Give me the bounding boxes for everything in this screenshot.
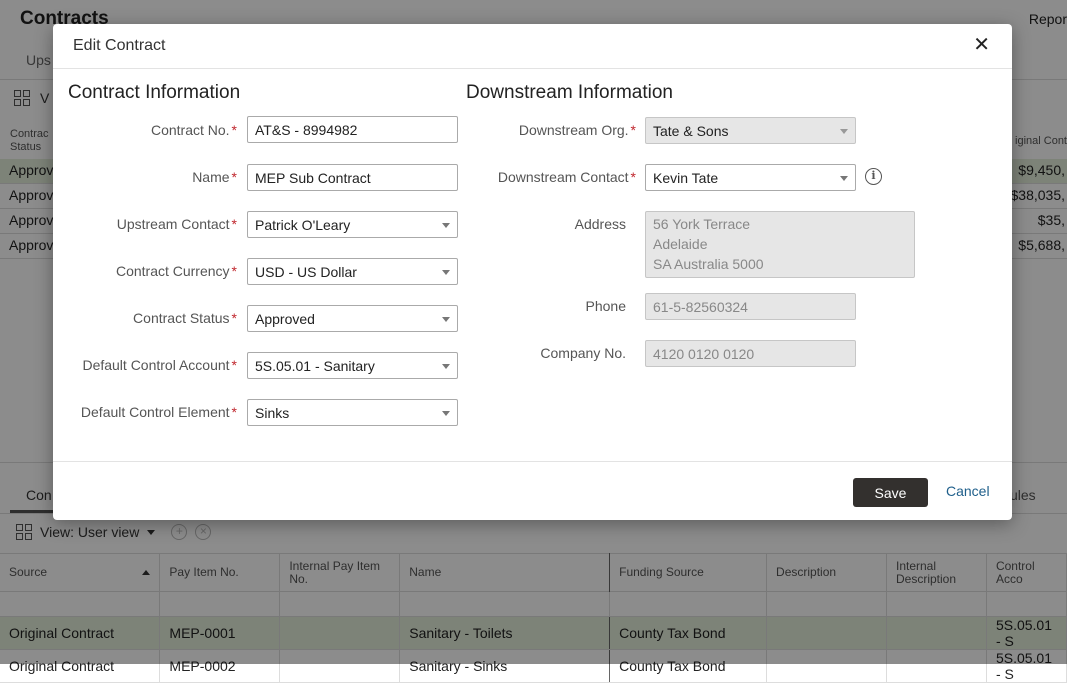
required-marker: * — [630, 169, 636, 185]
select-value: Sinks — [255, 405, 290, 421]
company-no-label: Company No. — [540, 345, 626, 361]
address-label: Address — [574, 216, 626, 232]
chevron-down-icon — [442, 223, 450, 228]
chevron-down-icon — [442, 270, 450, 275]
contract-information-title: Contract Information — [68, 82, 241, 103]
downstream-org-label: Downstream Org. * — [453, 122, 636, 138]
select-value: 5S.05.01 - Sanitary — [255, 358, 375, 374]
chevron-down-icon — [442, 317, 450, 322]
required-marker: * — [231, 310, 237, 326]
required-marker: * — [231, 216, 237, 232]
label-text: Default Control Account — [82, 357, 230, 373]
address-line: SA Australia 5000 — [653, 256, 764, 272]
address-field: 56 York Terrace Adelaide SA Australia 50… — [645, 211, 915, 278]
edit-contract-dialog: Edit Contract ✕ Contract Information Con… — [53, 24, 1012, 520]
required-marker: * — [231, 357, 237, 373]
label-text: Contract No. — [150, 122, 230, 138]
chevron-down-icon — [840, 176, 848, 181]
select-value: USD - US Dollar — [255, 264, 357, 280]
close-icon[interactable]: ✕ — [973, 34, 990, 56]
label-text: Downstream Org. — [518, 122, 629, 138]
required-marker: * — [630, 122, 636, 138]
chevron-down-icon — [442, 411, 450, 416]
chevron-down-icon — [442, 364, 450, 369]
label-text: Downstream Contact — [497, 169, 629, 185]
name-label: Name * — [53, 169, 237, 185]
select-value: Tate & Sons — [653, 123, 729, 139]
required-marker: * — [231, 169, 237, 185]
name-input[interactable]: MEP Sub Contract — [247, 164, 458, 191]
phone-label: Phone — [585, 298, 626, 314]
contract-status-label: Contract Status * — [53, 310, 237, 326]
address-line: 56 York Terrace — [653, 216, 751, 232]
contract-no-label: Contract No. * — [53, 122, 237, 138]
downstream-information-title: Downstream Information — [466, 82, 673, 103]
dialog-header: Edit Contract ✕ — [53, 24, 1012, 69]
company-no-field: 4120 0120 0120 — [645, 340, 856, 367]
label-text: Name — [192, 169, 230, 185]
default-control-account-label: Default Control Account * — [53, 357, 237, 373]
contract-status-select[interactable]: Approved — [247, 305, 458, 332]
required-marker: * — [231, 404, 237, 420]
address-line: Adelaide — [653, 236, 708, 252]
chevron-down-icon — [840, 129, 848, 134]
info-icon[interactable]: i — [865, 168, 882, 185]
dialog-title: Edit Contract — [73, 37, 166, 54]
default-control-element-select[interactable]: Sinks — [247, 399, 458, 426]
cancel-button[interactable]: Cancel — [946, 483, 990, 499]
upstream-contact-select[interactable]: Patrick O'Leary — [247, 211, 458, 238]
required-marker: * — [231, 263, 237, 279]
label-text: Upstream Contact — [116, 216, 230, 232]
default-control-account-select[interactable]: 5S.05.01 - Sanitary — [247, 352, 458, 379]
select-value: Patrick O'Leary — [255, 217, 351, 233]
upstream-contact-label: Upstream Contact * — [53, 216, 237, 232]
contract-currency-select[interactable]: USD - US Dollar — [247, 258, 458, 285]
phone-field: 61-5-82560324 — [645, 293, 856, 320]
downstream-contact-select[interactable]: Kevin Tate — [645, 164, 856, 191]
label-text: Default Control Element — [80, 404, 230, 420]
downstream-contact-label: Downstream Contact * — [453, 169, 636, 185]
required-marker: * — [231, 122, 237, 138]
select-value: Kevin Tate — [653, 170, 719, 186]
label-text: Contract Status — [133, 310, 230, 326]
default-control-element-label: Default Control Element * — [53, 404, 237, 420]
dialog-footer: Save Cancel — [53, 461, 1012, 520]
select-value: Approved — [255, 311, 315, 327]
downstream-org-select: Tate & Sons — [645, 117, 856, 144]
save-button[interactable]: Save — [853, 478, 928, 507]
label-text: Contract Currency — [115, 263, 230, 279]
contract-no-input[interactable]: AT&S - 8994982 — [247, 116, 458, 143]
contract-currency-label: Contract Currency * — [53, 263, 237, 279]
